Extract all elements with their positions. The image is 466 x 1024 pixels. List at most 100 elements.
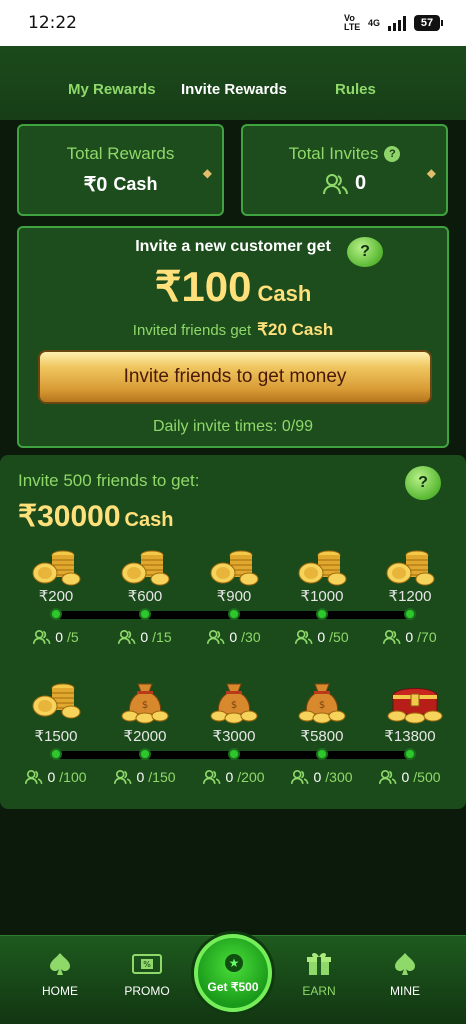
milestone-reward: ₹1000: [300, 588, 344, 605]
milestone-amount-row: ₹30000 Cash: [18, 499, 173, 534]
users-icon: [291, 769, 309, 785]
milestone-dot: [228, 608, 240, 620]
chevron-right-icon: ◆: [426, 166, 436, 180]
milestone-current: 0: [140, 629, 149, 645]
milestone-dot: [316, 748, 328, 760]
total-rewards-value-row: ₹0 Cash: [19, 172, 222, 197]
star-icon: ★: [225, 954, 243, 972]
milestone-reward: ₹3000: [212, 728, 256, 745]
milestone-progress: 0/5: [11, 629, 101, 645]
chevron-right-icon: ◆: [202, 166, 212, 180]
users-icon: [33, 629, 51, 645]
coins-icon: [31, 547, 81, 587]
milestone-reward: ₹5800: [300, 728, 344, 745]
spade-mine-icon: [365, 950, 445, 978]
friends-label: Invited friends get: [132, 322, 252, 339]
nav-promo-label: PROMO: [124, 984, 170, 998]
get-bonus-button[interactable]: ★ Get ₹500: [194, 934, 272, 1012]
total-invites-label-row: Total Invites ?: [243, 144, 446, 164]
milestone-target: /50: [329, 629, 349, 645]
svg-text:$: $: [319, 700, 325, 711]
users-icon: [114, 769, 132, 785]
money-bag-icon: $: [209, 680, 259, 724]
users-icon: [25, 769, 43, 785]
tab-invite-rewards[interactable]: Invite Rewards: [181, 81, 287, 98]
get-bonus-label: Get ₹500: [207, 980, 259, 994]
milestone-dot: [228, 748, 240, 760]
total-invites-value-row: 0: [243, 172, 446, 195]
invite-amount-unit: Cash: [257, 281, 312, 306]
milestone-current: 0: [136, 769, 145, 785]
users-icon: [118, 629, 136, 645]
status-time: 12:22: [28, 13, 77, 33]
coins-icon: [385, 547, 435, 587]
coins-icon: [209, 547, 259, 587]
nav-home-label: HOME: [42, 984, 78, 998]
spade-home-icon: [20, 950, 100, 978]
nav-earn-label: EARN: [302, 984, 336, 998]
help-icon[interactable]: ?: [384, 146, 401, 162]
total-rewards-card[interactable]: Total Rewards ₹0 Cash ◆: [17, 124, 224, 216]
milestone-target: /30: [241, 629, 261, 645]
status-icons: Vo LTE 4G 57: [344, 14, 443, 32]
milestone-progress: 0/500: [365, 769, 455, 785]
total-invites-card[interactable]: Total Invites ? 0 ◆: [241, 124, 448, 216]
invite-amount: ₹100: [154, 263, 252, 310]
milestone-dot: [50, 608, 62, 620]
milestone-target: /200: [237, 769, 265, 785]
signal-icon: [388, 15, 406, 31]
friends-reward-row: Invited friends get ₹20 Cash: [19, 320, 447, 340]
milestone-reward: ₹200: [38, 588, 74, 605]
milestone-progress: 0/50: [277, 629, 367, 645]
nav-home[interactable]: HOME: [20, 950, 100, 998]
milestone-progress: 0/30: [189, 629, 279, 645]
users-icon: [383, 629, 401, 645]
milestone-reward: ₹900: [216, 588, 252, 605]
total-invites-label: Total Invites: [288, 144, 379, 163]
milestone-current: 0: [313, 769, 322, 785]
nav-mine[interactable]: MINE: [365, 950, 445, 998]
milestone-target: /300: [325, 769, 353, 785]
users-icon: [379, 769, 397, 785]
users-icon: [295, 629, 313, 645]
milestone-progress: 0/70: [365, 629, 455, 645]
milestone-reward: ₹2000: [123, 728, 167, 745]
milestone-progress: 0/150: [100, 769, 190, 785]
network-type: 4G: [367, 18, 380, 28]
nav-earn[interactable]: EARN: [279, 950, 359, 998]
milestone-panel: Invite 500 friends to get: ? ₹30000 Cash …: [0, 455, 466, 809]
milestone-dot: [139, 608, 151, 620]
milestone-dot: [316, 608, 328, 620]
milestone-current: 0: [225, 769, 234, 785]
total-rewards-label: Total Rewards: [66, 144, 175, 163]
users-icon: [203, 769, 221, 785]
tab-rules[interactable]: Rules: [335, 81, 376, 98]
milestone-title: Invite 500 friends to get:: [18, 471, 200, 490]
milestone-amount: ₹30000: [18, 500, 121, 533]
milestone-amount-unit: Cash: [124, 509, 174, 531]
milestone-current: 0: [405, 629, 414, 645]
daily-invite-times: Daily invite times: 0/99: [152, 418, 314, 435]
treasure-chest-icon: [385, 680, 443, 724]
milestone-target: /5: [67, 629, 79, 645]
milestone-dot: [404, 748, 416, 760]
invite-friends-button[interactable]: Invite friends to get money: [38, 350, 432, 404]
help-icon[interactable]: ?: [405, 466, 441, 500]
milestone-progress: 0/100: [11, 769, 101, 785]
invite-card: Invite a new customer get ? ₹100 Cash Inv…: [17, 226, 449, 448]
svg-text:$: $: [231, 700, 237, 711]
gift-icon: [279, 950, 359, 978]
milestone-reward: ₹600: [127, 588, 163, 605]
coins-icon: [297, 547, 347, 587]
users-icon: [322, 173, 348, 194]
money-bag-icon: $: [297, 680, 347, 724]
milestone-reward: ₹13800: [384, 728, 436, 745]
milestone-target: /100: [59, 769, 87, 785]
milestone-dot: [50, 748, 62, 760]
milestone-dot: [139, 748, 151, 760]
money-bag-icon: $: [120, 680, 170, 724]
nav-promo[interactable]: % PROMO: [107, 950, 187, 998]
total-rewards-unit: Cash: [113, 174, 158, 194]
tab-my-rewards[interactable]: My Rewards: [68, 81, 156, 98]
milestone-progress: 0/200: [189, 769, 279, 785]
